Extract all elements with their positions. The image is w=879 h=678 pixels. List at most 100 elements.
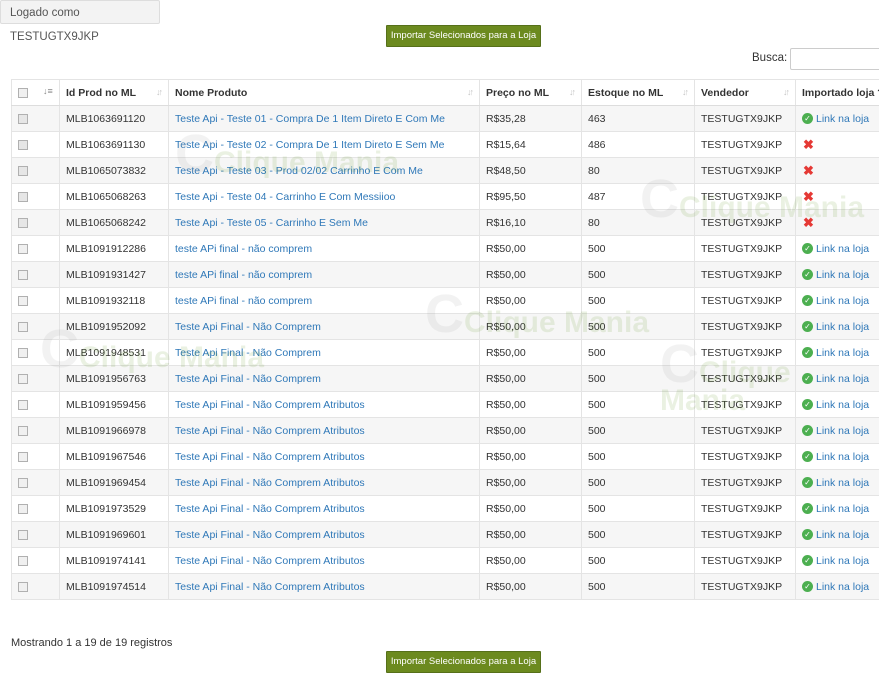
search-input[interactable]: [790, 48, 879, 70]
product-name-link[interactable]: Teste Api Final - Não Comprem: [168, 365, 480, 392]
row-select-cell[interactable]: [11, 105, 60, 132]
imported-status: ✖: [795, 209, 879, 236]
row-select-cell[interactable]: [11, 157, 60, 184]
product-name-link[interactable]: Teste Api Final - Não Comprem Atributos: [168, 521, 480, 548]
product-name-link[interactable]: Teste Api Final - Não Comprem: [168, 339, 480, 366]
store-link[interactable]: Link na loja: [816, 373, 869, 385]
row-checkbox[interactable]: [18, 165, 28, 176]
row-checkbox[interactable]: [18, 399, 28, 410]
store-link[interactable]: Link na loja: [816, 347, 869, 359]
row-select-cell[interactable]: [11, 521, 60, 548]
row-select-cell[interactable]: [11, 209, 60, 236]
product-name-link[interactable]: teste APi final - não comprem: [168, 261, 480, 288]
column-header-stock[interactable]: Estoque no ML ↓↑: [581, 79, 695, 106]
store-link[interactable]: Link na loja: [816, 321, 869, 333]
column-header-name[interactable]: Nome Produto ↓↑: [168, 79, 480, 106]
product-name-link[interactable]: Teste Api Final - Não Comprem Atributos: [168, 391, 480, 418]
row-checkbox[interactable]: [18, 321, 28, 332]
row-select-cell[interactable]: [11, 339, 60, 366]
column-header-imported[interactable]: Importado loja ?: [795, 79, 879, 106]
row-select-cell[interactable]: [11, 183, 60, 210]
store-link[interactable]: Link na loja: [816, 503, 869, 515]
select-all-checkbox[interactable]: [18, 87, 28, 98]
check-circle-icon: ✓: [802, 503, 813, 515]
product-seller: TESTUGTX9JKP: [694, 209, 796, 236]
row-select-cell[interactable]: [11, 313, 60, 340]
column-header-id[interactable]: Id Prod no ML ↓↑: [59, 79, 169, 106]
store-link[interactable]: Link na loja: [816, 243, 869, 255]
table-row: MLB1091948531 Teste Api Final - Não Compr…: [11, 339, 879, 366]
row-select-cell[interactable]: [11, 287, 60, 314]
product-name-link[interactable]: Teste Api Final - Não Comprem Atributos: [168, 469, 480, 496]
product-name-link[interactable]: Teste Api Final - Não Comprem Atributos: [168, 417, 480, 444]
store-link[interactable]: Link na loja: [816, 581, 869, 593]
store-link[interactable]: Link na loja: [816, 451, 869, 463]
column-header-price[interactable]: Preço no ML ↓↑: [479, 79, 582, 106]
product-name-link[interactable]: Teste Api - Teste 05 - Carrinho E Sem Me: [168, 209, 480, 236]
row-select-cell[interactable]: [11, 261, 60, 288]
row-checkbox[interactable]: [18, 451, 28, 462]
row-select-cell[interactable]: [11, 131, 60, 158]
row-checkbox[interactable]: [18, 217, 28, 228]
store-link[interactable]: Link na loja: [816, 269, 869, 281]
product-name-link[interactable]: Teste Api Final - Não Comprem Atributos: [168, 495, 480, 522]
row-select-cell[interactable]: [11, 547, 60, 574]
product-id: MLB1065068242: [59, 209, 169, 236]
store-link[interactable]: Link na loja: [816, 529, 869, 541]
row-checkbox[interactable]: [18, 477, 28, 488]
product-name-link[interactable]: Teste Api Final - Não Comprem Atributos: [168, 547, 480, 574]
product-name-link[interactable]: teste APi final - não comprem: [168, 235, 480, 262]
sort-icon[interactable]: ↓↑: [783, 87, 790, 97]
import-selected-button-top[interactable]: Importar Selecionados para a Loja: [386, 25, 541, 47]
row-checkbox[interactable]: [18, 191, 28, 202]
sort-icon[interactable]: ↓↑: [467, 87, 474, 97]
store-link[interactable]: Link na loja: [816, 425, 869, 437]
row-checkbox[interactable]: [18, 529, 28, 540]
column-header-seller[interactable]: Vendedor ↓↑: [694, 79, 796, 106]
row-select-cell[interactable]: [11, 365, 60, 392]
store-link[interactable]: Link na loja: [816, 295, 869, 307]
row-checkbox[interactable]: [18, 269, 28, 280]
row-checkbox[interactable]: [18, 373, 28, 384]
row-select-cell[interactable]: [11, 391, 60, 418]
product-name-link[interactable]: Teste Api Final - Não Comprem: [168, 313, 480, 340]
sort-icon[interactable]: ↓≡: [43, 86, 53, 96]
row-checkbox[interactable]: [18, 503, 28, 514]
import-selected-button-bottom[interactable]: Importar Selecionados para a Loja: [386, 651, 541, 673]
row-select-cell[interactable]: [11, 469, 60, 496]
sort-icon[interactable]: ↓↑: [682, 87, 689, 97]
product-id: MLB1091952092: [59, 313, 169, 340]
row-select-cell[interactable]: [11, 495, 60, 522]
store-link[interactable]: Link na loja: [816, 555, 869, 567]
product-seller: TESTUGTX9JKP: [694, 287, 796, 314]
row-select-cell[interactable]: [11, 573, 60, 600]
row-checkbox[interactable]: [18, 347, 28, 358]
product-name-link[interactable]: teste APi final - não comprem: [168, 287, 480, 314]
store-link[interactable]: Link na loja: [816, 113, 869, 125]
select-all-header[interactable]: ↓≡: [11, 79, 60, 106]
row-checkbox[interactable]: [18, 425, 28, 436]
product-name-link[interactable]: Teste Api - Teste 02 - Compra De 1 Item …: [168, 131, 480, 158]
row-checkbox[interactable]: [18, 139, 28, 150]
product-name-link[interactable]: Teste Api - Teste 03 - Prod 02/02 Carrin…: [168, 157, 480, 184]
store-link[interactable]: Link na loja: [816, 399, 869, 411]
row-select-cell[interactable]: [11, 443, 60, 470]
product-name-link[interactable]: Teste Api Final - Não Comprem Atributos: [168, 443, 480, 470]
product-price: R$35,28: [479, 105, 582, 132]
row-checkbox[interactable]: [18, 113, 28, 124]
row-checkbox[interactable]: [18, 581, 28, 592]
store-link[interactable]: Link na loja: [816, 477, 869, 489]
product-name-link[interactable]: Teste Api - Teste 04 - Carrinho E Com Me…: [168, 183, 480, 210]
row-checkbox[interactable]: [18, 295, 28, 306]
row-checkbox[interactable]: [18, 555, 28, 566]
sort-icon[interactable]: ↓↑: [569, 87, 576, 97]
row-select-cell[interactable]: [11, 417, 60, 444]
product-name-link[interactable]: Teste Api Final - Não Comprem Atributos: [168, 573, 480, 600]
product-name-link[interactable]: Teste Api - Teste 01 - Compra De 1 Item …: [168, 105, 480, 132]
imported-status: ✓ Link na loja: [795, 443, 879, 470]
product-seller: TESTUGTX9JKP: [694, 521, 796, 548]
sort-icon[interactable]: ↓↑: [156, 87, 163, 97]
product-price: R$50,00: [479, 365, 582, 392]
row-select-cell[interactable]: [11, 235, 60, 262]
row-checkbox[interactable]: [18, 243, 28, 254]
